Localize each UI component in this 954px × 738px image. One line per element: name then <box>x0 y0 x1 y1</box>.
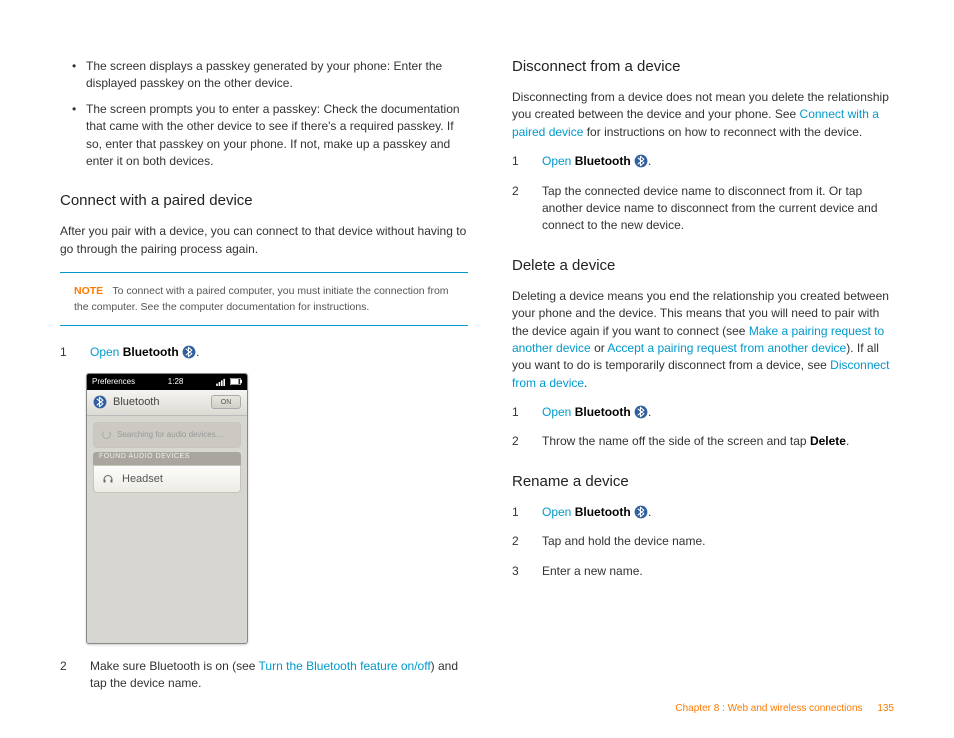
step-number: 1 <box>60 344 72 361</box>
step-number: 2 <box>60 658 72 693</box>
bluetooth-label: Bluetooth <box>575 405 631 419</box>
step-text: Throw the name off the side of the scree… <box>542 434 810 448</box>
open-link[interactable]: Open <box>542 154 571 168</box>
headset-icon <box>102 473 114 485</box>
step-3: 3 Enter a new name. <box>512 563 898 580</box>
connect-steps: 1 Open Bluetooth . <box>60 344 468 361</box>
device-name: Headset <box>122 473 163 485</box>
spinner-icon <box>102 430 111 439</box>
step-number: 1 <box>512 153 524 170</box>
text: or <box>591 341 608 355</box>
delete-steps: 1 Open Bluetooth . 2 Throw the name off … <box>512 404 898 451</box>
chapter-label: Chapter 8 : Web and wireless connections <box>675 703 862 714</box>
passkey-bullets: The screen displays a passkey generated … <box>60 58 468 170</box>
bluetooth-label: Bluetooth <box>575 154 631 168</box>
bluetooth-label: Bluetooth <box>123 345 179 359</box>
step-1: 1 Open Bluetooth . <box>512 504 898 521</box>
step-1: 1 Open Bluetooth . <box>60 344 468 361</box>
heading-rename: Rename a device <box>512 473 898 490</box>
accept-pairing-link[interactable]: Accept a pairing request from another de… <box>607 341 846 355</box>
step-1: 1 Open Bluetooth . <box>512 153 898 170</box>
bluetooth-icon <box>634 505 648 519</box>
paragraph: Disconnecting from a device does not mea… <box>512 89 898 141</box>
step-text: Tap and hold the device name. <box>542 533 898 550</box>
step-2: 2 Make sure Bluetooth is on (see Turn th… <box>60 658 468 693</box>
bluetooth-toggle[interactable]: ON <box>211 395 241 409</box>
step-text: Enter a new name. <box>542 563 898 580</box>
page-number: 135 <box>877 703 894 714</box>
open-link[interactable]: Open <box>542 405 571 419</box>
bullet-item: The screen displays a passkey generated … <box>86 58 468 93</box>
turn-bluetooth-link[interactable]: Turn the Bluetooth feature on/off <box>259 659 431 673</box>
status-bar: Preferences 1:28 <box>87 374 247 390</box>
left-column: The screen displays a passkey generated … <box>60 58 468 705</box>
bullet-item: The screen prompts you to enter a passke… <box>86 101 468 171</box>
note-box: NOTE To connect with a paired computer, … <box>60 272 468 325</box>
device-row-headset[interactable]: Headset <box>93 465 241 493</box>
step-number: 3 <box>512 563 524 580</box>
step-2: 2 Tap the connected device name to disco… <box>512 183 898 235</box>
title-bar: Bluetooth ON <box>87 390 247 416</box>
delete-label: Delete <box>810 434 846 448</box>
step-text: Tap the connected device name to disconn… <box>542 183 898 235</box>
bluetooth-icon <box>634 405 648 419</box>
battery-icon <box>230 378 242 385</box>
open-link[interactable]: Open <box>542 505 571 519</box>
bluetooth-icon <box>634 154 648 168</box>
bluetooth-icon <box>182 345 196 359</box>
bluetooth-icon <box>93 395 107 409</box>
connect-steps-cont: 2 Make sure Bluetooth is on (see Turn th… <box>60 658 468 693</box>
step-2: 2 Throw the name off the side of the scr… <box>512 433 898 450</box>
phone-screenshot: Preferences 1:28 Bluetooth ON Searching … <box>86 373 248 644</box>
step-number: 1 <box>512 404 524 421</box>
text: for instructions on how to reconnect wit… <box>583 125 862 139</box>
step-number: 2 <box>512 183 524 235</box>
time-label: 1:28 <box>135 377 216 386</box>
paragraph: After you pair with a device, you can co… <box>60 223 468 258</box>
heading-connect-paired: Connect with a paired device <box>60 192 468 209</box>
right-column: Disconnect from a device Disconnecting f… <box>512 58 898 705</box>
searching-text: Searching for audio devices… <box>117 430 224 439</box>
text: . <box>584 376 587 390</box>
disconnect-steps: 1 Open Bluetooth . 2 Tap the connected d… <box>512 153 898 235</box>
rename-steps: 1 Open Bluetooth . 2 Tap and hold the de… <box>512 504 898 580</box>
open-link[interactable]: Open <box>90 345 119 359</box>
heading-disconnect: Disconnect from a device <box>512 58 898 75</box>
searching-row: Searching for audio devices… <box>93 422 241 448</box>
page: The screen displays a passkey generated … <box>0 0 954 705</box>
text: . <box>846 434 849 448</box>
screen-title: Bluetooth <box>113 396 159 408</box>
prefs-label: Preferences <box>92 377 135 386</box>
note-text: To connect with a paired computer, you m… <box>74 285 449 313</box>
step-number: 2 <box>512 533 524 550</box>
note-label: NOTE <box>74 285 103 297</box>
page-footer: Chapter 8 : Web and wireless connections… <box>675 703 894 714</box>
step-2: 2 Tap and hold the device name. <box>512 533 898 550</box>
heading-delete: Delete a device <box>512 257 898 274</box>
step-number: 1 <box>512 504 524 521</box>
step-1: 1 Open Bluetooth . <box>512 404 898 421</box>
paragraph: Deleting a device means you end the rela… <box>512 288 898 392</box>
step-number: 2 <box>512 433 524 450</box>
step-text: Make sure Bluetooth is on (see <box>90 659 259 673</box>
found-devices-label: FOUND AUDIO DEVICES <box>93 452 241 465</box>
bluetooth-label: Bluetooth <box>575 505 631 519</box>
signal-icon <box>216 378 226 386</box>
phone-background <box>87 493 247 643</box>
